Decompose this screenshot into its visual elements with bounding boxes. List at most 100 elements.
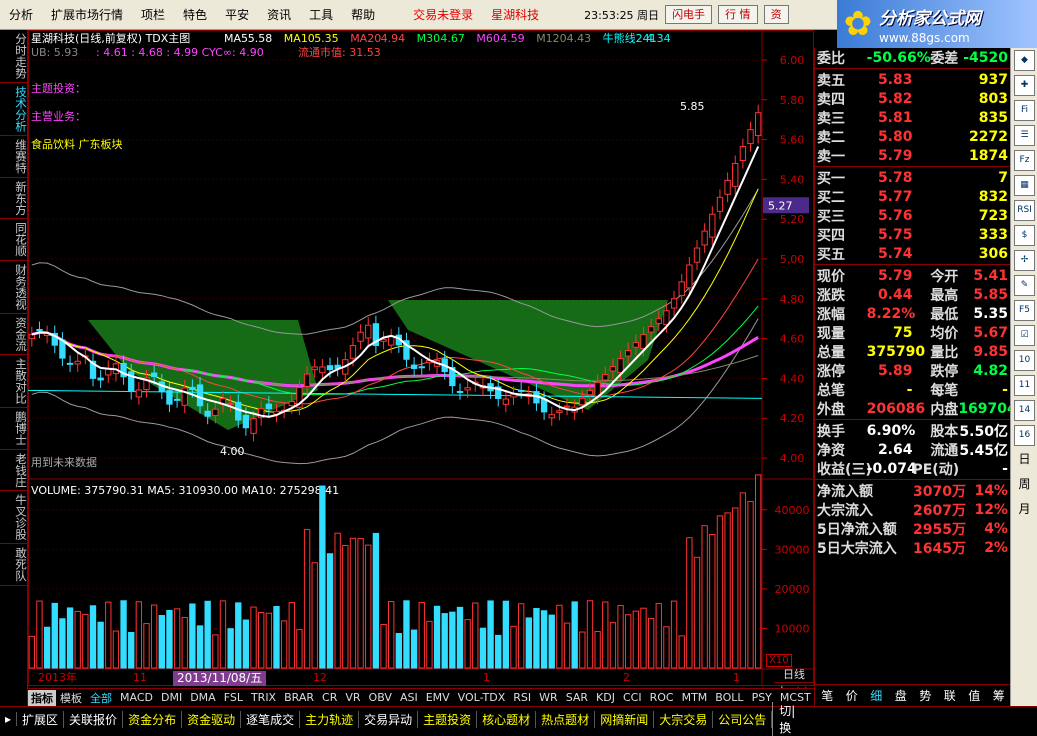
menu-item-6[interactable]: 工具 bbox=[300, 6, 342, 23]
menu-item-3[interactable]: 特色 bbox=[174, 6, 216, 23]
tool-10-icon[interactable]: F5 bbox=[1014, 300, 1035, 321]
bottom-tab-1[interactable]: 关联报价 bbox=[64, 710, 124, 728]
indicator-tab-5[interactable]: DMA bbox=[186, 691, 220, 704]
left-tab-7[interactable]: 主散对比 bbox=[0, 355, 28, 408]
menu-item-5[interactable]: 资讯 bbox=[258, 6, 300, 23]
tool-6-icon[interactable]: RSI bbox=[1014, 200, 1035, 221]
tool-16-icon[interactable]: 日 bbox=[1014, 450, 1035, 471]
left-tab-2[interactable]: 维赛特 bbox=[0, 136, 28, 178]
indicator-tab-7[interactable]: TRIX bbox=[247, 691, 280, 704]
indicator-tab-14[interactable]: VOL-TDX bbox=[454, 691, 510, 704]
menu-item-0[interactable]: 分析 bbox=[0, 6, 42, 23]
left-tab-10[interactable]: 牛叉诊股 bbox=[0, 491, 28, 544]
tool-5-icon[interactable]: ▦ bbox=[1014, 175, 1035, 196]
sell-level-2[interactable]: 卖三 5.81 835 bbox=[815, 108, 1010, 127]
left-tab-4[interactable]: 同花顺 bbox=[0, 219, 28, 261]
indicator-tab-19[interactable]: CCI bbox=[619, 691, 646, 704]
quote-tab-5[interactable]: 联 bbox=[944, 687, 956, 704]
bottom-tab-3[interactable]: 资金驱动 bbox=[182, 710, 242, 728]
buy-level-4[interactable]: 买五 5.74 306 bbox=[815, 244, 1010, 263]
indicator-tab-15[interactable]: RSI bbox=[509, 691, 535, 704]
triangle-icon[interactable]: ▸ bbox=[0, 712, 18, 726]
left-tab-11[interactable]: 敢死队 bbox=[0, 544, 28, 586]
menu-button-2[interactable]: 资 bbox=[763, 5, 789, 24]
tool-3-icon[interactable]: ☰ bbox=[1014, 125, 1035, 146]
tool-12-icon[interactable]: 10 bbox=[1014, 350, 1035, 371]
quote-tab-3[interactable]: 盘 bbox=[895, 687, 907, 704]
menu-item-2[interactable]: 项栏 bbox=[132, 6, 174, 23]
quote-tab-6[interactable]: 值 bbox=[968, 687, 980, 704]
chart-panel[interactable]: 6.00 5.80 5.60 5.40 5.20 5.00 4.80 4.60 4.40 4.20… bbox=[27, 30, 814, 696]
tool-11-icon[interactable]: ☑ bbox=[1014, 325, 1035, 346]
indicator-tab-10[interactable]: VR bbox=[341, 691, 364, 704]
tool-1-icon[interactable]: ✚ bbox=[1014, 75, 1035, 96]
indicator-tab-22[interactable]: BOLL bbox=[711, 691, 747, 704]
menu-item-1[interactable]: 扩展市场行情 bbox=[42, 6, 132, 23]
sell-level-4[interactable]: 卖一 5.79 1874 bbox=[815, 146, 1010, 165]
quote-tab-4[interactable]: 势 bbox=[919, 687, 931, 704]
indicator-tab-1[interactable]: 模板 bbox=[56, 690, 86, 706]
left-tab-5[interactable]: 财务透视 bbox=[0, 261, 28, 314]
bottom-tab-10[interactable]: 网摘新闻 bbox=[595, 710, 655, 728]
tool-8-icon[interactable]: ✢ bbox=[1014, 250, 1035, 271]
bottom-tab-8[interactable]: 核心题材 bbox=[477, 710, 537, 728]
tool-2-icon[interactable]: Fi bbox=[1014, 100, 1035, 121]
bottom-tab-2[interactable]: 资金分布 bbox=[123, 710, 183, 728]
tool-18-icon[interactable]: 月 bbox=[1014, 500, 1035, 521]
left-tab-1[interactable]: 技术分析 bbox=[0, 83, 28, 136]
left-tab-8[interactable]: 鹏博士 bbox=[0, 408, 28, 450]
indicator-tab-2[interactable]: 全部 bbox=[86, 690, 116, 706]
menu-item-4[interactable]: 平安 bbox=[216, 6, 258, 23]
tool-17-icon[interactable]: 周 bbox=[1014, 475, 1035, 496]
indicator-tab-17[interactable]: SAR bbox=[562, 691, 592, 704]
quote-tab-2[interactable]: 细 bbox=[870, 687, 882, 704]
period-box[interactable]: 日线 +◂▸ bbox=[774, 666, 814, 696]
menu-button-1[interactable]: 行 情 bbox=[718, 5, 758, 24]
indicator-tab-4[interactable]: DMI bbox=[157, 691, 186, 704]
indicator-tab-11[interactable]: OBV bbox=[365, 691, 396, 704]
indicator-tab-3[interactable]: MACD bbox=[116, 691, 157, 704]
menu-button-0[interactable]: 闪电手 bbox=[665, 5, 713, 24]
bottom-tab-9[interactable]: 热点题材 bbox=[536, 710, 596, 728]
indicator-tab-21[interactable]: MTM bbox=[678, 691, 712, 704]
indicator-tab-8[interactable]: BRAR bbox=[280, 691, 318, 704]
sell-level-3[interactable]: 卖二 5.80 2272 bbox=[815, 127, 1010, 146]
indicator-tab-9[interactable]: CR bbox=[318, 691, 341, 704]
indicator-tab-16[interactable]: WR bbox=[535, 691, 562, 704]
indicator-tab-18[interactable]: KDJ bbox=[592, 691, 619, 704]
indicator-tab-0[interactable]: 指标 bbox=[28, 689, 56, 706]
bottom-tab-0[interactable]: 扩展区 bbox=[17, 710, 65, 728]
quote-tab-7[interactable]: 筹 bbox=[993, 687, 1005, 704]
kline-chart[interactable]: 6.00 5.80 5.60 5.40 5.20 5.00 4.80 4.60 4.40 4.20… bbox=[27, 30, 814, 686]
bottom-tab-5[interactable]: 主力轨迹 bbox=[300, 710, 360, 728]
sell-level-0[interactable]: 卖五 5.83 937 bbox=[815, 70, 1010, 89]
bottom-tab-4[interactable]: 逐笔成交 bbox=[241, 710, 301, 728]
sell-level-1[interactable]: 卖四 5.82 803 bbox=[815, 89, 1010, 108]
buy-level-2[interactable]: 买三 5.76 723 bbox=[815, 206, 1010, 225]
tool-0-icon[interactable]: ◆ bbox=[1014, 50, 1035, 71]
bottom-tab-7[interactable]: 主题投资 bbox=[418, 710, 478, 728]
tool-14-icon[interactable]: 14 bbox=[1014, 400, 1035, 421]
left-tab-6[interactable]: 资金流 bbox=[0, 314, 28, 355]
tool-15-icon[interactable]: 16 bbox=[1014, 425, 1035, 446]
tool-9-icon[interactable]: ✎ bbox=[1014, 275, 1035, 296]
bottom-tab-12[interactable]: 公司公告 bbox=[713, 710, 773, 728]
quote-tab-1[interactable]: 价 bbox=[846, 687, 858, 704]
left-tab-3[interactable]: 新东方 bbox=[0, 178, 28, 219]
indicator-tab-13[interactable]: EMV bbox=[422, 691, 454, 704]
tool-7-icon[interactable]: $ bbox=[1014, 225, 1035, 246]
left-tab-0[interactable]: 分时走势 bbox=[0, 30, 28, 83]
menu-item-7[interactable]: 帮助 bbox=[342, 6, 384, 23]
buy-level-3[interactable]: 买四 5.75 333 bbox=[815, 225, 1010, 244]
bottom-tab-6[interactable]: 交易异动 bbox=[359, 710, 419, 728]
bottom-tab-11[interactable]: 大宗交易 bbox=[654, 710, 714, 728]
buy-level-0[interactable]: 买一 5.78 7 bbox=[815, 168, 1010, 187]
indicator-tab-20[interactable]: ROC bbox=[646, 691, 678, 704]
indicator-tab-6[interactable]: FSL bbox=[220, 691, 247, 704]
login-status[interactable]: 交易未登录 bbox=[404, 6, 482, 23]
tool-13-icon[interactable]: 11 bbox=[1014, 375, 1035, 396]
tool-4-icon[interactable]: Fz bbox=[1014, 150, 1035, 171]
quote-tab-0[interactable]: 笔 bbox=[821, 687, 833, 704]
indicator-tab-12[interactable]: ASI bbox=[396, 691, 422, 704]
buy-level-1[interactable]: 买二 5.77 832 bbox=[815, 187, 1010, 206]
